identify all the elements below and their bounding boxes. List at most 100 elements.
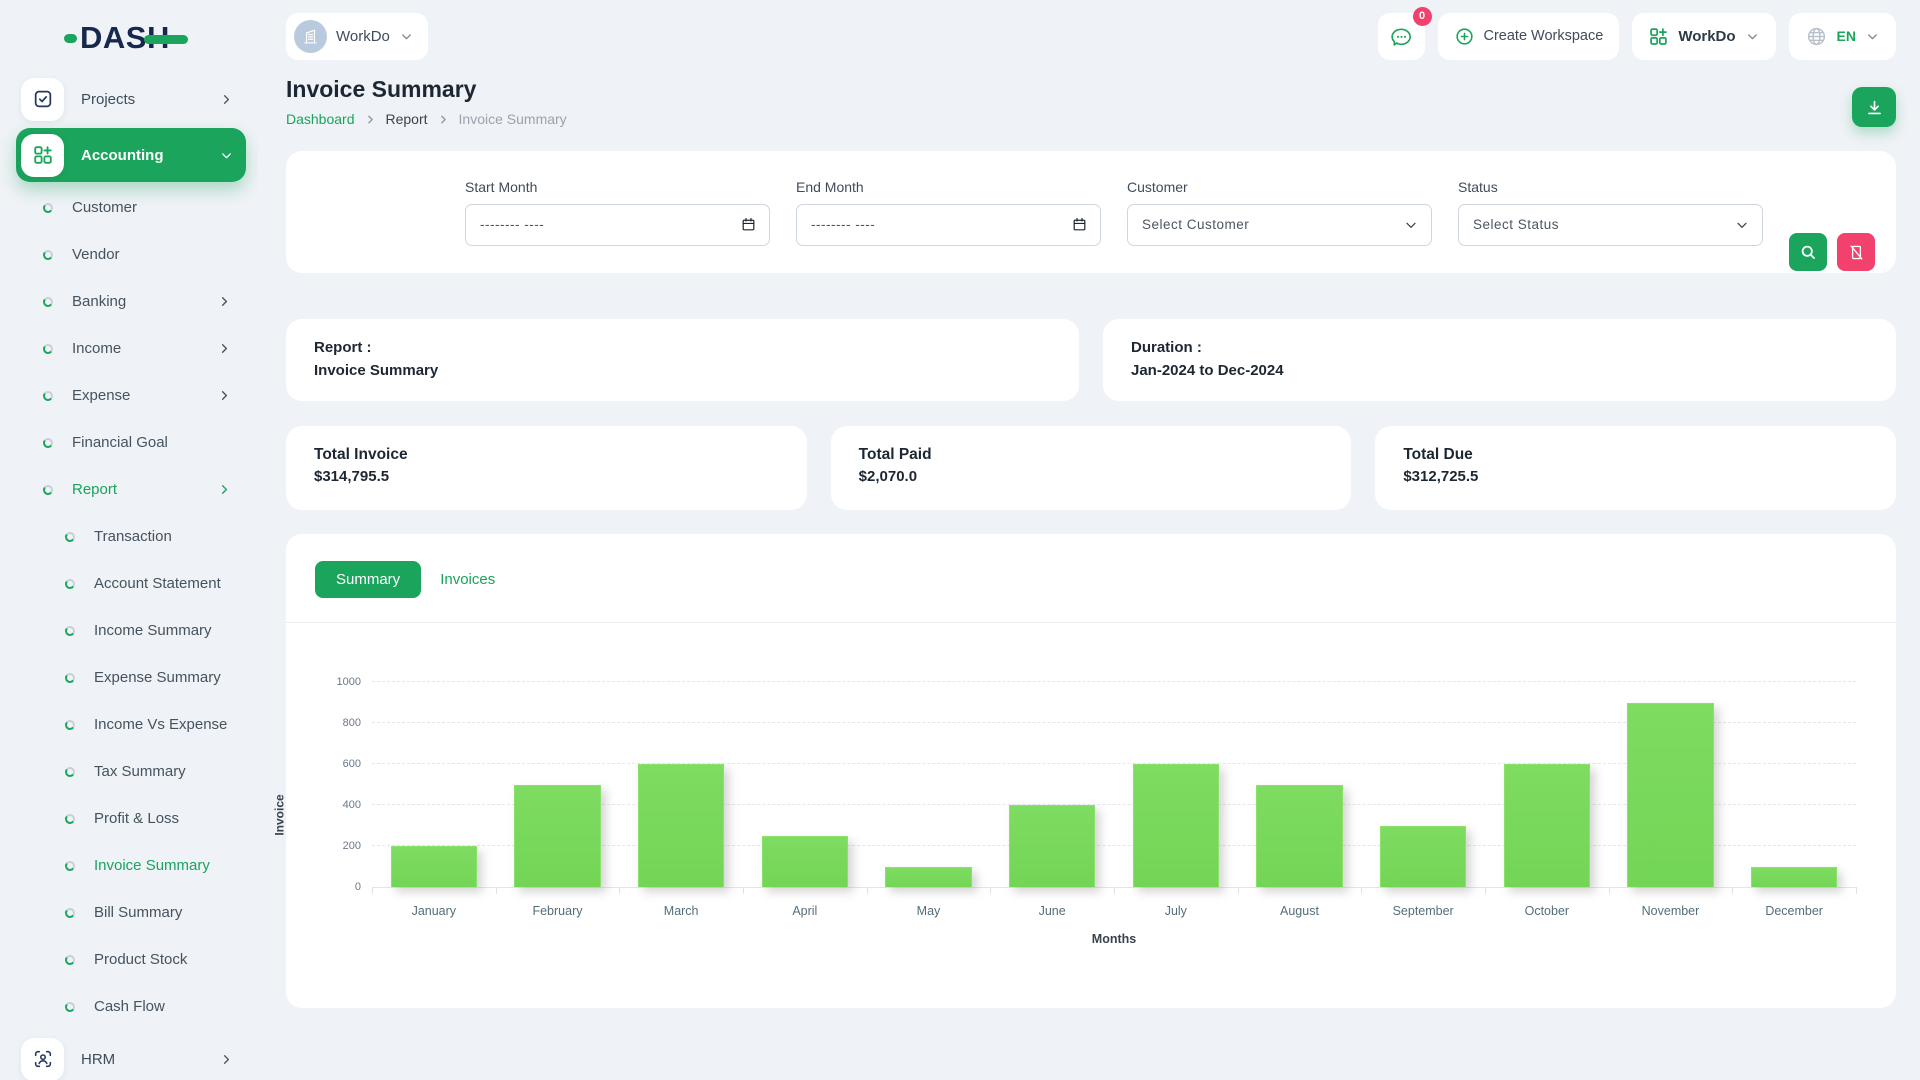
bar-january[interactable]	[391, 846, 478, 887]
sidebar-nav: ProjectsAccountingCustomerVendorBankingI…	[0, 62, 258, 1080]
x-tick-label: February	[496, 904, 620, 918]
sidebar-item-vendor[interactable]: Vendor	[16, 231, 246, 278]
x-tick-mark	[1856, 887, 1857, 894]
sidebar-item-label: Transaction	[94, 528, 232, 545]
chevron-down-icon	[1865, 29, 1880, 44]
y-tick-label: 400	[343, 799, 361, 811]
bar-september[interactable]	[1380, 826, 1467, 888]
workspace-avatar	[294, 20, 327, 53]
workdo-menu-button[interactable]: WorkDo	[1632, 13, 1775, 60]
bar-may[interactable]	[885, 867, 972, 888]
chevron-right-icon	[217, 482, 232, 497]
chart-card: Summary Invoices Invoice 020040060080010…	[286, 534, 1896, 1008]
customer-field: Customer Select Customer	[1127, 179, 1432, 246]
sidebar-item-product-stock[interactable]: Product Stock	[16, 936, 246, 983]
download-button[interactable]	[1852, 87, 1896, 127]
language-selector[interactable]: EN	[1789, 13, 1896, 60]
bar-december[interactable]	[1751, 867, 1838, 888]
status-field: Status Select Status	[1458, 179, 1763, 246]
topbar-actions: 0 Create Workspace WorkDo EN	[1378, 13, 1897, 60]
total-due-label: Total Due	[1403, 446, 1868, 464]
bullet-icon	[64, 1001, 75, 1012]
total-due-value: $312,725.5	[1403, 468, 1868, 485]
y-tick-label: 800	[343, 717, 361, 729]
bullet-icon	[42, 202, 53, 213]
chevron-right-icon	[219, 92, 234, 107]
app-logo[interactable]: DASH	[0, 0, 258, 62]
bar-february[interactable]	[514, 785, 601, 888]
plus-circle-icon	[1454, 26, 1475, 47]
start-month-field: Start Month -------- ----	[465, 179, 770, 246]
sidebar-item-label: Account Statement	[94, 575, 232, 592]
chevron-down-icon	[219, 148, 234, 163]
customer-select-value: Select Customer	[1142, 217, 1403, 232]
search-button[interactable]	[1789, 233, 1827, 271]
sidebar-item-label: Expense Summary	[94, 669, 232, 686]
sidebar-item-label: Invoice Summary	[94, 857, 232, 874]
sidebar-item-report[interactable]: Report	[16, 466, 246, 513]
sidebar-item-hrm[interactable]: HRM	[16, 1032, 246, 1080]
bar-april[interactable]	[762, 836, 849, 887]
sidebar-item-invoice-summary[interactable]: Invoice Summary	[16, 842, 246, 889]
sidebar-item-income-vs-expense[interactable]: Income Vs Expense	[16, 701, 246, 748]
invoice-bar-chart: Invoice 02004006008001000JanuaryFebruary…	[332, 683, 1856, 946]
sidebar: DASH ProjectsAccountingCustomerVendorBan…	[0, 0, 258, 1080]
status-select[interactable]: Select Status	[1458, 204, 1763, 246]
sidebar-item-tax-summary[interactable]: Tax Summary	[16, 748, 246, 795]
notification-badge: 0	[1413, 7, 1432, 26]
bar-june[interactable]	[1009, 805, 1096, 887]
sidebar-item-financial-goal[interactable]: Financial Goal	[16, 419, 246, 466]
chevron-down-icon	[1403, 217, 1419, 233]
breadcrumb-dashboard[interactable]: Dashboard	[286, 111, 355, 127]
chart-plot: 02004006008001000JanuaryFebruaryMarchApr…	[372, 683, 1856, 888]
sidebar-item-banking[interactable]: Banking	[16, 278, 246, 325]
page-content: Invoice Summary Dashboard Report Invoice…	[258, 72, 1920, 1080]
x-tick-label: August	[1238, 904, 1362, 918]
x-tick-mark	[1114, 887, 1115, 894]
sidebar-item-expense-summary[interactable]: Expense Summary	[16, 654, 246, 701]
y-tick-label: 1000	[337, 676, 361, 688]
bar-march[interactable]	[638, 764, 725, 887]
bar-august[interactable]	[1256, 785, 1343, 888]
sidebar-item-profit-loss[interactable]: Profit & Loss	[16, 795, 246, 842]
end-month-input[interactable]: -------- ----	[796, 204, 1101, 246]
bar-november[interactable]	[1627, 703, 1714, 888]
sidebar-item-income-summary[interactable]: Income Summary	[16, 607, 246, 654]
total-paid-value: $2,070.0	[859, 468, 1324, 485]
x-tick-mark	[619, 887, 620, 894]
workspace-selector[interactable]: WorkDo	[286, 13, 428, 60]
customer-select[interactable]: Select Customer	[1127, 204, 1432, 246]
breadcrumb-report[interactable]: Report	[386, 111, 428, 127]
report-card: Report : Invoice Summary	[286, 319, 1079, 401]
x-tick-label: January	[372, 904, 496, 918]
sidebar-item-label: Report	[72, 481, 217, 498]
chart-y-axis-title: Invoice	[270, 683, 290, 946]
duration-card: Duration : Jan-2024 to Dec-2024	[1103, 319, 1896, 401]
sidebar-item-cash-flow[interactable]: Cash Flow	[16, 983, 246, 1030]
sidebar-item-projects[interactable]: Projects	[16, 72, 246, 126]
x-tick-label: March	[619, 904, 743, 918]
reset-filter-button[interactable]	[1837, 233, 1875, 271]
start-month-input[interactable]: -------- ----	[465, 204, 770, 246]
workdo-menu-label: WorkDo	[1678, 28, 1735, 45]
sidebar-item-transaction[interactable]: Transaction	[16, 513, 246, 560]
end-month-field: End Month -------- ----	[796, 179, 1101, 246]
y-tick-label: 0	[355, 881, 361, 893]
report-card-title: Report :	[314, 336, 1051, 359]
messages-button[interactable]: 0	[1378, 13, 1425, 60]
sidebar-item-account-statement[interactable]: Account Statement	[16, 560, 246, 607]
create-workspace-button[interactable]: Create Workspace	[1438, 13, 1620, 60]
app-root: DASH ProjectsAccountingCustomerVendorBan…	[0, 0, 1920, 1080]
bullet-icon	[42, 390, 53, 401]
sidebar-item-accounting[interactable]: Accounting	[16, 128, 246, 182]
sidebar-item-expense[interactable]: Expense	[16, 372, 246, 419]
sidebar-item-bill-summary[interactable]: Bill Summary	[16, 889, 246, 936]
tab-invoices[interactable]: Invoices	[440, 571, 495, 588]
tab-summary[interactable]: Summary	[315, 561, 421, 598]
sidebar-item-customer[interactable]: Customer	[16, 184, 246, 231]
bar-july[interactable]	[1133, 764, 1220, 887]
sidebar-item-income[interactable]: Income	[16, 325, 246, 372]
filter-card: Start Month -------- ---- End Month ----…	[286, 151, 1896, 273]
bar-october[interactable]	[1504, 764, 1591, 887]
grid-plus-icon	[21, 134, 64, 177]
